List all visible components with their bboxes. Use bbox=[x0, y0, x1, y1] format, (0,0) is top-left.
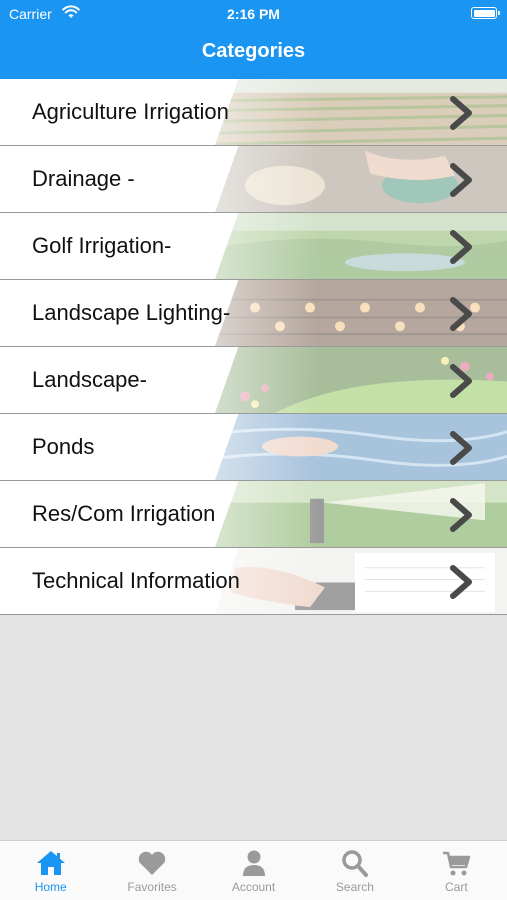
tab-home[interactable]: Home bbox=[0, 841, 101, 900]
chevron-right-icon bbox=[450, 565, 472, 599]
search-icon bbox=[342, 850, 368, 877]
category-row-agriculture-irrigation[interactable]: Agriculture Irrigation bbox=[0, 79, 507, 146]
chevron-right-icon bbox=[450, 163, 472, 197]
chevron-right-icon bbox=[450, 364, 472, 398]
chevron-right-icon bbox=[450, 498, 472, 532]
tab-label: Cart bbox=[444, 880, 468, 894]
category-row-technical-information[interactable]: Technical Information bbox=[0, 548, 507, 615]
heart-icon bbox=[138, 851, 166, 875]
category-label: Landscape Lighting- bbox=[32, 300, 231, 325]
chevron-right-icon bbox=[450, 230, 472, 264]
category-label: Res/Com Irrigation bbox=[32, 501, 216, 526]
category-row-landscape[interactable]: Landscape- bbox=[0, 347, 507, 414]
category-label: Technical Information bbox=[32, 568, 240, 593]
cart-icon bbox=[443, 851, 471, 876]
tab-account[interactable]: Account bbox=[203, 841, 304, 900]
home-icon bbox=[36, 851, 65, 875]
chevron-right-icon bbox=[450, 431, 472, 465]
category-list: Agriculture Irrigation Drainage - Golf I… bbox=[0, 79, 507, 615]
category-label: Landscape- bbox=[32, 367, 147, 392]
category-row-drainage[interactable]: Drainage - bbox=[0, 146, 507, 213]
tab-favorites[interactable]: Favorites bbox=[101, 841, 202, 900]
category-label: Agriculture Irrigation bbox=[32, 99, 229, 124]
navigation-header: Carrier 2:16 PM Categories bbox=[0, 0, 507, 79]
page-title: Categories bbox=[201, 40, 306, 62]
chevron-right-icon bbox=[450, 96, 472, 130]
tab-bar: Home Favorites Account Search Cart bbox=[0, 840, 507, 900]
tab-label: Account bbox=[231, 880, 276, 894]
category-row-golf-irrigation[interactable]: Golf Irrigation- bbox=[0, 213, 507, 280]
status-time: 2:16 PM bbox=[227, 6, 280, 22]
tab-cart[interactable]: Cart bbox=[406, 841, 507, 900]
tab-search[interactable]: Search bbox=[304, 841, 405, 900]
category-label: Ponds bbox=[32, 434, 95, 459]
chevron-right-icon bbox=[450, 297, 472, 331]
person-icon bbox=[242, 850, 265, 876]
tab-label: Home bbox=[34, 880, 67, 894]
category-label: Drainage - bbox=[32, 166, 135, 191]
category-row-res-com-irrigation[interactable]: Res/Com Irrigation bbox=[0, 481, 507, 548]
category-row-ponds[interactable]: Ponds bbox=[0, 414, 507, 481]
status-bar: Carrier 2:16 PM bbox=[0, 0, 507, 28]
category-row-landscape-lighting[interactable]: Landscape Lighting- bbox=[0, 280, 507, 347]
category-label: Golf Irrigation- bbox=[32, 233, 172, 258]
battery-icon bbox=[471, 7, 500, 19]
tab-label: Favorites bbox=[127, 880, 177, 894]
tab-label: Search bbox=[335, 880, 374, 894]
